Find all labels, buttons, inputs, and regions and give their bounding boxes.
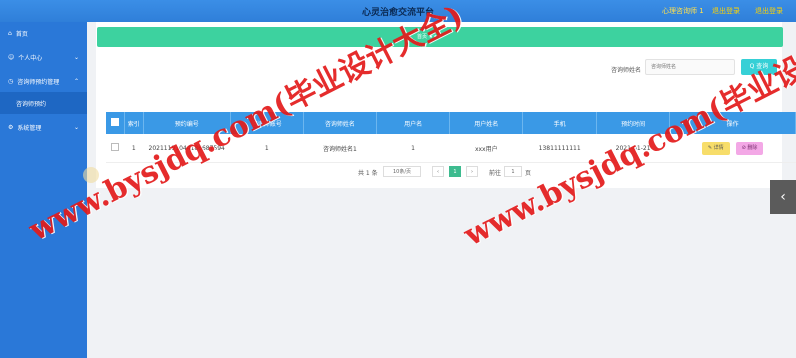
select-all-checkbox[interactable] [106, 112, 125, 134]
chevron-down-icon: ⌄ [73, 53, 79, 61]
goto-label: 前往 [489, 170, 502, 177]
sidebar-item-label: 咨询师预约管理 [17, 78, 60, 86]
column-header: 咨询师姓名 [303, 112, 378, 134]
cell-counselor-name: 咨询师姓名1 [303, 134, 377, 163]
checkbox-icon[interactable] [111, 143, 120, 151]
cell-username: 1 [376, 134, 450, 163]
sidebar-item-appointment[interactable]: 咨询师预约 [0, 92, 87, 114]
sidebar-item-home[interactable]: ⌂ 首页 [0, 22, 87, 44]
chevron-down-icon: ⌄ [73, 123, 79, 131]
current-page[interactable]: 1 [449, 166, 461, 177]
sidebar-item-profile[interactable]: ☺ 个人中心 ⌄ [0, 46, 87, 68]
logout-link-2[interactable]: 退出登录 [755, 6, 783, 16]
home-icon: ⌂ [8, 29, 12, 37]
logout-link-1[interactable]: 退出登录 [712, 6, 740, 16]
calendar-icon: ◷ [8, 77, 14, 85]
column-header: 索引 [124, 112, 144, 134]
prev-page-button[interactable]: ‹ [432, 166, 444, 177]
next-page-button[interactable]: › [466, 166, 478, 177]
delete-button[interactable]: ⊘ 删除 [735, 141, 764, 155]
page-size-select[interactable]: 10条/页 [383, 166, 421, 177]
sidebar-item-label: 个人中心 [18, 54, 43, 62]
column-header: 手机 [522, 112, 597, 134]
chevron-up-icon: ⌃ [73, 77, 79, 85]
sidebar-item-label: 首页 [15, 30, 28, 38]
detail-button[interactable]: ✎ 详情 [701, 141, 730, 155]
user-label: 心理咨询师 1 [662, 7, 704, 15]
column-header: 用户名 [376, 112, 451, 134]
checkbox-icon[interactable] [110, 118, 119, 126]
sidebar-item-appointment-management[interactable]: ◷ 咨询师预约管理 ⌃ [0, 70, 87, 92]
column-header: 用户姓名 [449, 112, 524, 134]
sidebar-item-label: 咨询师预约 [16, 100, 47, 108]
chevron-left-icon: ‹ [780, 189, 786, 205]
gear-icon: ⚙ [8, 123, 14, 131]
cell-user-name: xxx用户 [449, 134, 523, 163]
user-icon: ☺ [8, 53, 15, 61]
collapse-tab[interactable]: ‹ [770, 180, 796, 214]
sidebar-item-system[interactable]: ⚙ 系统管理 ⌄ [0, 116, 87, 138]
pager-total: 共 1 条 [358, 170, 378, 177]
goto-page-input[interactable]: 1 [504, 166, 522, 177]
search-label: 咨询师姓名 [611, 67, 642, 74]
sidebar-item-label: 系统管理 [17, 124, 42, 132]
search-input[interactable] [645, 59, 735, 75]
